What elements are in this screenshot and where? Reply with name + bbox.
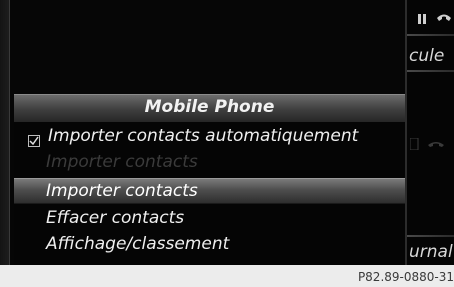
- menu-item-import-contacts-disabled: Importer contacts: [14, 150, 405, 174]
- background-panel: [405, 0, 454, 265]
- background-divider: [405, 0, 407, 265]
- background-rule: [407, 34, 454, 36]
- phone-icon: [436, 13, 452, 28]
- menu-item-auto-import[interactable]: Importer contacts automatiquement: [14, 124, 405, 148]
- background-rule: [407, 70, 454, 72]
- menu-title: Mobile Phone: [144, 97, 275, 117]
- menu-item-display-sort[interactable]: Affichage/classement: [14, 232, 405, 256]
- checkbox-checked-icon[interactable]: [28, 130, 40, 147]
- head-unit-screen: cule urnal Mobile Phone Importer contact…: [0, 0, 454, 265]
- figure-caption: P82.89-0880-31: [357, 270, 454, 284]
- signal-bars-icon: [418, 13, 436, 28]
- background-label-bottom: urnal: [409, 242, 453, 262]
- mobile-phone-menu: Mobile Phone Importer contacts automatiq…: [14, 94, 405, 265]
- background-label-top: cule: [409, 46, 445, 66]
- left-edge-divider: [9, 0, 10, 265]
- background-ghost-icon: [409, 137, 454, 151]
- menu-item-delete-contacts[interactable]: Effacer contacts: [14, 206, 405, 230]
- menu-item-label: Importer contacts: [46, 152, 198, 172]
- menu-item-label: Affichage/classement: [46, 234, 230, 254]
- background-rule: [407, 235, 454, 237]
- menu-item-label: Importer contacts: [46, 181, 198, 201]
- menu-item-label: Effacer contacts: [46, 208, 185, 228]
- status-icons: [418, 12, 454, 30]
- menu-item-label: Importer contacts automatiquement: [48, 126, 359, 146]
- menu-item-import-contacts[interactable]: Importer contacts: [14, 178, 405, 204]
